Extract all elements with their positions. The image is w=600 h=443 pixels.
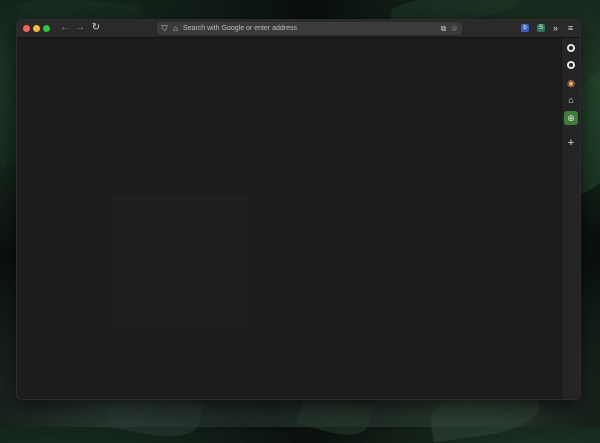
address-bar[interactable]: ⛉ ⌂ Search with Google or enter address … — [157, 22, 462, 35]
github-icon — [567, 44, 575, 52]
shield-icon[interactable]: ⛉ — [159, 22, 170, 35]
home-icon: ⌂ — [568, 95, 574, 105]
page-content[interactable] — [17, 38, 562, 399]
bookmark-star-icon[interactable]: ☆ — [449, 22, 460, 35]
address-bar-placeholder[interactable]: Search with Google or enter address — [183, 22, 297, 35]
browser-toolbar: ← → ↻ ⛉ ⌂ Search with Google or enter ad… — [17, 20, 580, 38]
translate-icon[interactable]: ⧉ — [438, 22, 449, 35]
plus-icon: + — [567, 137, 575, 149]
globe-icon: ⊕ — [567, 113, 575, 123]
minimize-window-button[interactable] — [33, 25, 40, 32]
sidebar-item-home[interactable]: ⌂ — [564, 93, 578, 107]
overflow-menu-icon[interactable]: » — [550, 22, 561, 35]
s-extension-icon[interactable]: S — [537, 24, 545, 32]
bitwarden-icon[interactable]: b — [521, 24, 529, 32]
zoom-window-button[interactable] — [43, 25, 50, 32]
hamburger-menu-icon[interactable]: ≡ — [565, 22, 576, 35]
background-watermark — [113, 196, 249, 328]
close-window-button[interactable] — [23, 25, 30, 32]
github-icon — [567, 61, 575, 69]
sidebar-add-panel-button[interactable]: + — [564, 136, 578, 150]
reload-icon[interactable]: ↻ — [89, 21, 103, 35]
sidebar-item-github[interactable] — [564, 41, 578, 55]
sidebar-item-chrome[interactable]: ◉ — [564, 76, 578, 90]
sidebar-item-github[interactable] — [564, 58, 578, 72]
back-icon[interactable]: ← — [58, 21, 72, 35]
web-panels-sidebar: ◉ ⌂ ⊕ + — [561, 38, 580, 399]
browser-window: ← → ↻ ⛉ ⌂ Search with Google or enter ad… — [16, 19, 581, 400]
sidebar-item-globe[interactable]: ⊕ — [564, 111, 578, 125]
page-icon: ⌂ — [173, 24, 178, 33]
forward-icon[interactable]: → — [73, 21, 87, 35]
chrome-icon: ◉ — [567, 78, 575, 88]
